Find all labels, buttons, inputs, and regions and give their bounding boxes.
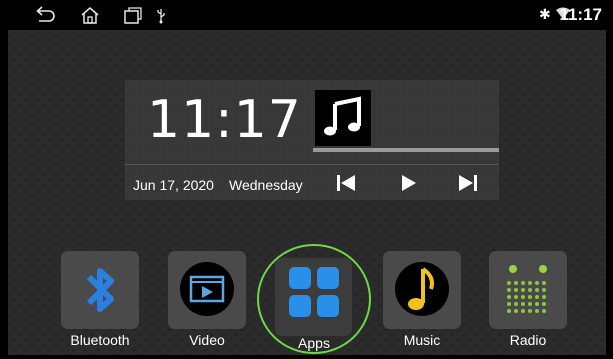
apps-grid-icon — [289, 267, 339, 317]
clock-music-widget[interactable]: 11:17 Jun 17, 2020 Wednesday — [125, 80, 499, 200]
bluetooth-app-button[interactable] — [61, 251, 139, 329]
video-icon — [180, 262, 234, 316]
music-app-button[interactable] — [383, 251, 461, 329]
weekday-label: Wednesday — [229, 177, 303, 193]
date-label: Jun 17, 2020 — [133, 177, 214, 193]
home-icon[interactable] — [79, 6, 101, 24]
previous-icon[interactable] — [334, 171, 358, 195]
apps-label: Apps — [298, 335, 330, 351]
video-label: Video — [189, 332, 225, 348]
status-time: 11:17 — [559, 5, 602, 24]
back-icon[interactable] — [34, 6, 56, 24]
widget-clock: 11:17 — [147, 90, 302, 150]
bluetooth-icon — [86, 268, 114, 312]
music-label: Music — [403, 332, 441, 348]
radio-label: Radio — [509, 332, 547, 348]
bluetooth-icon: ✱ — [539, 6, 551, 22]
radio-app-button[interactable] — [489, 251, 567, 329]
recents-icon[interactable] — [122, 6, 144, 24]
usb-icon — [157, 9, 165, 24]
video-app-button[interactable] — [168, 251, 246, 329]
music-note-icon[interactable] — [315, 90, 371, 146]
status-bar: ✱ x 11:17 — [8, 0, 606, 30]
apps-app-button[interactable] — [275, 258, 352, 336]
track-progress-bar[interactable] — [313, 148, 499, 152]
home-screen: ✱ x 11:17 11:17 Jun 17, 2020 Wednesday B… — [0, 0, 613, 359]
radio-icon — [507, 265, 547, 313]
bluetooth-label: Bluetooth — [70, 332, 130, 348]
widget-divider — [125, 164, 499, 165]
play-icon[interactable] — [396, 171, 420, 195]
next-icon[interactable] — [456, 171, 480, 195]
music-icon — [395, 262, 449, 316]
